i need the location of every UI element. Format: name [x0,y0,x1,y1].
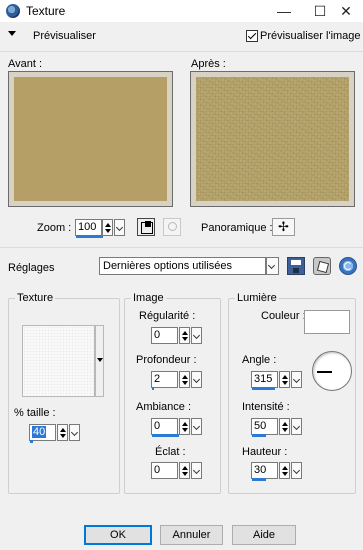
height-slider-bar[interactable] [252,478,266,481]
intensity-value: 50 [254,420,267,432]
depth-slider-bar[interactable] [152,387,154,390]
separator [0,247,363,248]
height-value: 30 [254,464,267,476]
texture-dropdown-button[interactable] [95,325,104,397]
size-value: 40 [32,426,47,438]
panoramic-label: Panoramique : [201,222,273,234]
after-label: Après : [191,58,226,70]
regularity-dropdown-button[interactable] [191,327,202,344]
size-spinner[interactable] [57,424,68,441]
shine-value: 0 [154,464,161,476]
zoom-value: 100 [78,221,97,233]
depth-dropdown-button[interactable] [191,371,202,388]
save-preset-icon[interactable] [287,257,305,275]
depth-value: 2 [154,373,161,385]
shine-spinner[interactable] [179,462,190,479]
intensity-label: Intensité : [242,401,290,413]
light-group-title: Lumière [235,292,279,304]
intensity-input[interactable]: 50 [251,418,278,437]
after-preview-image [196,77,349,201]
height-dropdown-button[interactable] [291,462,302,479]
before-preview-image [14,77,167,201]
help-button[interactable]: Aide [232,525,296,545]
preview-image-checkbox[interactable] [246,30,258,42]
size-slider-bar[interactable] [30,440,33,443]
ambiance-spinner[interactable] [179,418,190,435]
texture-swatch[interactable] [22,325,95,397]
texture-group-title: Texture [15,292,56,304]
angle-dial-needle [317,371,332,373]
angle-label: Angle : [242,354,277,366]
height-label: Hauteur : [242,446,288,458]
color-label: Couleur : [261,310,306,322]
randomize-icon[interactable] [313,257,331,275]
zoom-slider-bar[interactable] [76,235,103,238]
angle-dropdown-button[interactable] [291,371,302,388]
pan-button[interactable]: ✢ [272,218,295,236]
angle-dial[interactable] [312,351,352,391]
depth-spinner[interactable] [179,371,190,388]
regularity-spinner[interactable] [179,327,190,344]
angle-value: 315 [254,373,273,385]
ambiance-input[interactable]: 0 [151,418,179,437]
size-label: % taille : [14,407,56,419]
settings-label: Réglages [8,262,55,274]
angle-input[interactable]: 315 [251,371,278,390]
separator [0,51,363,52]
regularity-label: Régularité : [139,310,196,322]
before-label: Avant : [8,58,43,70]
minimize-button[interactable]: — [264,0,304,22]
presets-select[interactable]: Dernières options utilisées [99,257,266,275]
presets-dropdown-button[interactable] [266,257,279,275]
zoom-input[interactable]: 100 [75,219,103,238]
app-icon [6,4,20,18]
ambiance-label: Ambiance : [136,401,192,413]
intensity-dropdown-button[interactable] [291,418,302,435]
angle-slider-bar[interactable] [252,387,275,390]
shine-dropdown-button[interactable] [191,462,202,479]
collapse-arrow-icon[interactable] [8,31,16,36]
regularity-value: 0 [154,329,161,341]
ambiance-value: 0 [154,420,161,432]
height-spinner[interactable] [279,462,290,479]
ambiance-dropdown-button[interactable] [191,418,202,435]
before-preview[interactable] [8,71,173,207]
size-dropdown-button[interactable] [69,424,80,441]
close-button[interactable]: ✕ [326,0,363,22]
fit-preview-button[interactable] [137,218,155,236]
image-group-title: Image [131,292,166,304]
reset-defaults-icon[interactable] [339,257,357,275]
angle-spinner[interactable] [279,371,290,388]
height-input[interactable]: 30 [251,462,278,481]
intensity-spinner[interactable] [279,418,290,435]
intensity-slider-bar[interactable] [252,434,266,437]
after-preview[interactable] [190,71,355,207]
light-color-swatch[interactable] [304,310,350,334]
preview-image-checkbox-label[interactable]: Prévisualiser l'image [260,30,361,42]
ok-button[interactable]: OK [84,525,152,545]
zoom-dropdown-button[interactable] [114,219,125,236]
zoom-to-fit-button[interactable] [163,218,181,236]
regularity-input[interactable]: 0 [151,327,178,344]
shine-input[interactable]: 0 [151,462,178,479]
preview-toggle-label[interactable]: Prévisualiser [33,30,96,42]
zoom-label: Zoom : [37,222,72,234]
depth-label: Profondeur : [136,354,197,366]
zoom-spinner[interactable] [102,219,113,236]
shine-label: Éclat : [155,446,186,458]
cancel-button[interactable]: Annuler [160,525,223,545]
ambiance-slider-bar[interactable] [152,434,179,437]
window-title: Texture [26,4,66,18]
size-input[interactable]: 40 [29,424,56,443]
depth-input[interactable]: 2 [151,371,178,390]
